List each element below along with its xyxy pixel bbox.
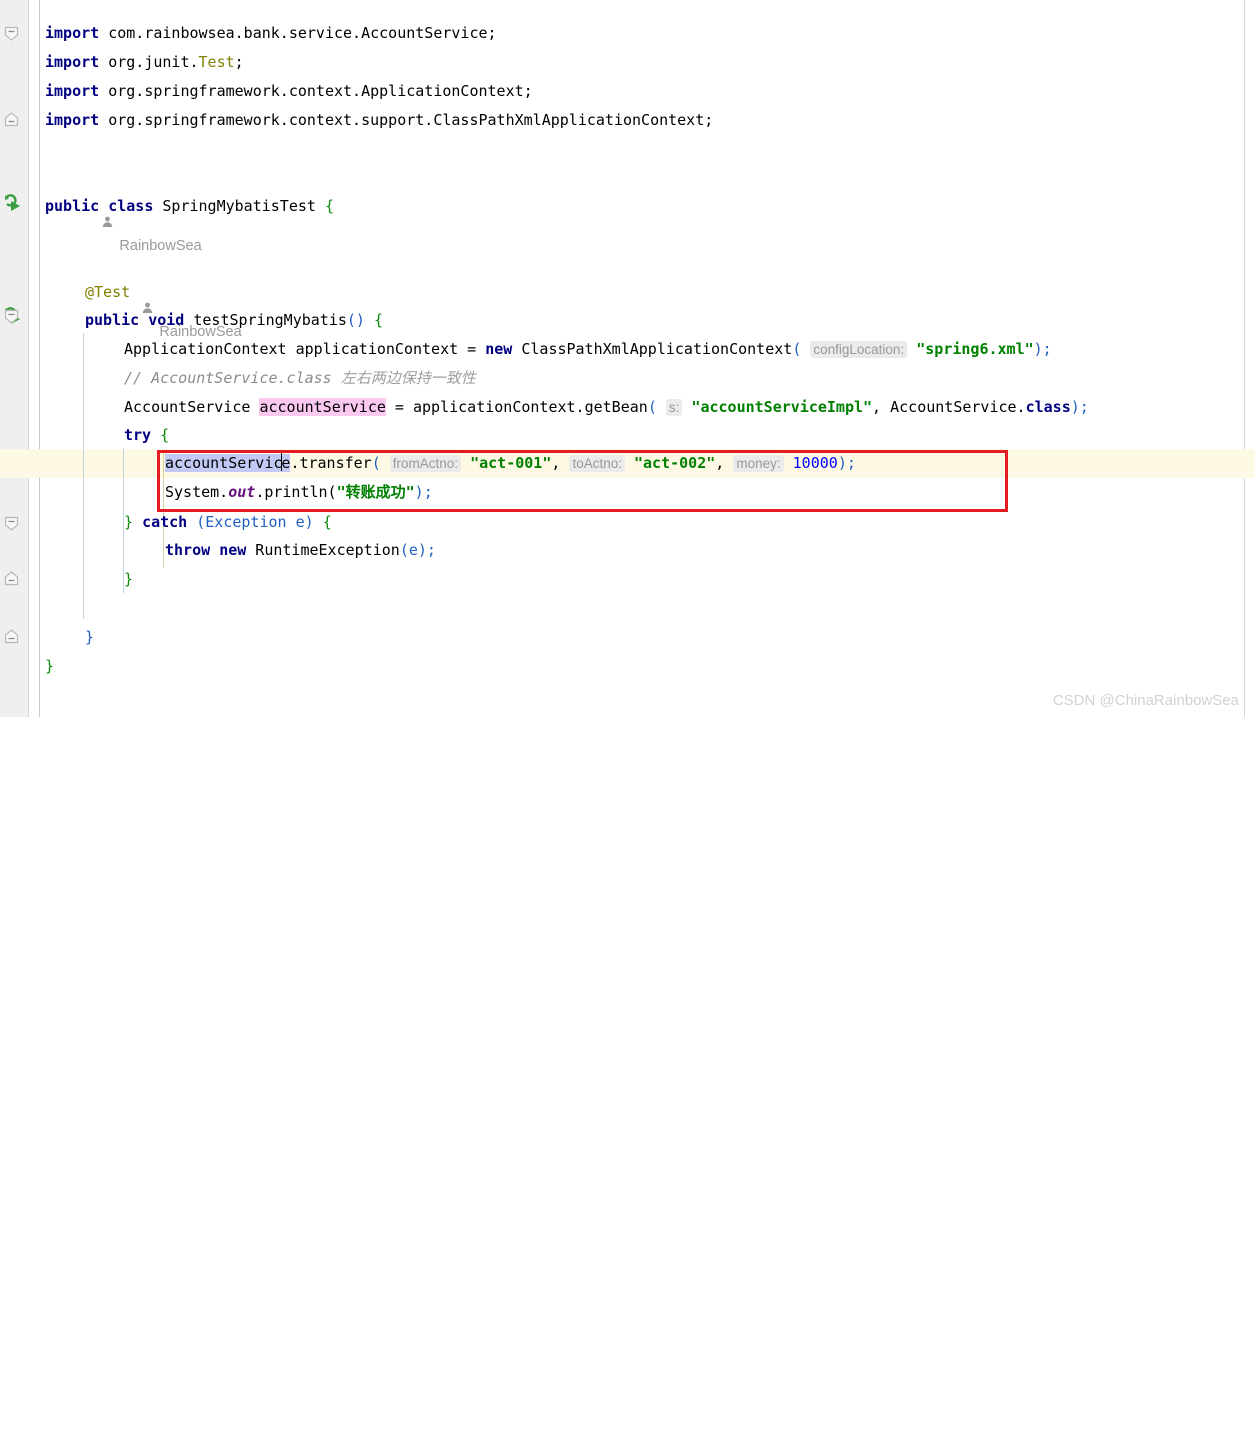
- catch-close-brace: }: [124, 570, 134, 588]
- import-semicolon: ;: [234, 53, 244, 71]
- comment-ascii: // AccountService.class: [124, 369, 341, 387]
- keyword-throw: throw: [165, 541, 211, 559]
- code-line-comment[interactable]: // AccountService.class 左右两边保持一致性: [0, 364, 1255, 393]
- watermark: CSDN @ChinaRainbowSea: [1052, 692, 1239, 709]
- import-path: com.rainbowsea.bank.service.AccountServi…: [99, 24, 497, 42]
- keyword-void: void: [148, 311, 185, 329]
- ctor-runtime-exception: RuntimeException: [246, 541, 400, 559]
- param-hint-s: s:: [665, 399, 683, 416]
- code-line-import-4[interactable]: import org.springframework.context.suppo…: [0, 106, 1255, 135]
- code-line-import-3[interactable]: import org.springframework.context.Appli…: [0, 77, 1255, 106]
- code-line-method-decl[interactable]: public void testSpringMybatis() {: [0, 306, 1255, 335]
- keyword-class: class: [1025, 398, 1071, 416]
- open-paren: (: [792, 340, 802, 358]
- code-line-class-decl[interactable]: public class SpringMybatisTest {: [0, 192, 1255, 221]
- comment-cjk: 左右两边保持一致性: [340, 369, 476, 387]
- getbean-mid: = applicationContext.getBean: [385, 398, 648, 416]
- code-line-import-1[interactable]: import com.rainbowsea.bank.service.Accou…: [0, 19, 1255, 48]
- keyword-public: public: [45, 197, 100, 215]
- type-application-context: ApplicationContext: [124, 340, 287, 358]
- method-parens: (): [346, 311, 365, 329]
- type-account-service: AccountService: [124, 398, 260, 416]
- throw-args: (e);: [399, 541, 436, 559]
- keyword-import: import: [45, 53, 100, 71]
- code-vision-author-class[interactable]: RainbowSea: [45, 164, 202, 254]
- code-line-annotation-test[interactable]: @Test: [0, 278, 1255, 307]
- code-line-application-context[interactable]: ApplicationContext applicationContext = …: [0, 335, 1255, 364]
- keyword-new: new: [485, 340, 513, 358]
- keyword-catch: catch: [142, 513, 188, 531]
- code-vision-author-method[interactable]: RainbowSea: [85, 250, 242, 340]
- code-line-getbean[interactable]: AccountService accountService = applicat…: [0, 393, 1255, 422]
- annotation-box-highlight: [157, 450, 1008, 512]
- method-close-brace: }: [85, 628, 95, 646]
- keyword-new: new: [219, 541, 247, 559]
- getbean-comma: , AccountService.: [872, 398, 1026, 416]
- string-spring6-xml: "spring6.xml": [916, 340, 1034, 358]
- class-name: SpringMybatisTest: [162, 197, 316, 215]
- code-line-try[interactable]: try {: [0, 421, 1255, 450]
- ctor-classpathxml: ClassPathXmlApplicationContext: [512, 340, 793, 358]
- param-hint-configlocation: configLocation:: [810, 341, 908, 358]
- code-line-throw[interactable]: throw new RuntimeException(e);: [0, 536, 1255, 565]
- keyword-try: try: [124, 426, 152, 444]
- open-paren: (: [647, 398, 657, 416]
- close-paren-semicolon: );: [1070, 398, 1089, 416]
- keyword-import: import: [45, 82, 100, 100]
- var-application-context: applicationContext =: [286, 340, 486, 358]
- keyword-import: import: [45, 111, 100, 129]
- method-open-brace: {: [374, 311, 384, 329]
- try-open-brace: {: [160, 426, 170, 444]
- catch-open-brace: {: [322, 513, 332, 531]
- code-line-close-method[interactable]: }: [0, 623, 1255, 652]
- import-type-test: Test: [198, 53, 235, 71]
- annotation-test: @Test: [85, 283, 131, 301]
- try-close-brace: }: [124, 513, 134, 531]
- code-line-catch[interactable]: } catch (Exception e) {: [0, 508, 1255, 537]
- keyword-public: public: [85, 311, 140, 329]
- import-path: org.springframework.context.support.Clas…: [99, 111, 714, 129]
- catch-params: (Exception e): [187, 513, 323, 531]
- code-content[interactable]: import com.rainbowsea.bank.service.Accou…: [0, 0, 1255, 717]
- keyword-import: import: [45, 24, 100, 42]
- keyword-class: class: [108, 197, 154, 215]
- method-name: testSpringMybatis: [193, 311, 347, 329]
- import-path: org.springframework.context.ApplicationC…: [99, 82, 533, 100]
- string-account-service-impl: "accountServiceImpl": [691, 398, 873, 416]
- code-line-import-2[interactable]: import org.junit.Test;: [0, 48, 1255, 77]
- var-account-service-highlight[interactable]: accountService: [259, 398, 386, 416]
- code-line-close-class[interactable]: }: [0, 652, 1255, 681]
- import-path: org.junit.: [99, 53, 199, 71]
- class-close-brace: }: [45, 657, 55, 675]
- class-open-brace: {: [324, 197, 334, 215]
- close-paren-semicolon: );: [1033, 340, 1052, 358]
- code-line-close-catch[interactable]: }: [0, 565, 1255, 594]
- code-editor[interactable]: import com.rainbowsea.bank.service.Accou…: [0, 0, 1255, 717]
